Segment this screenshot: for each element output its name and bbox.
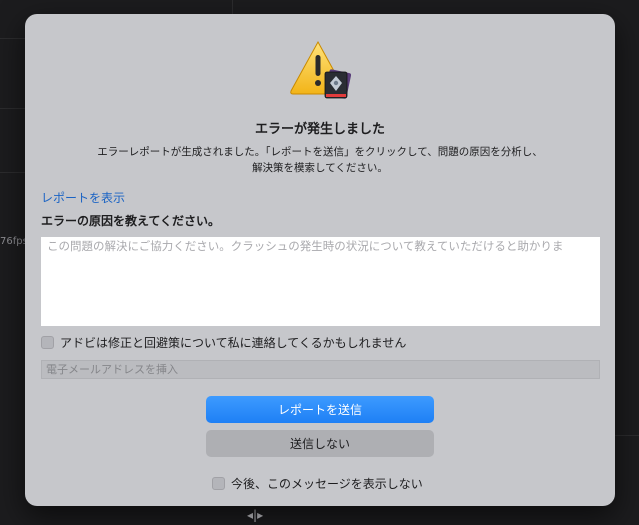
- background-panel-divider: [232, 0, 233, 14]
- dont-show-again-checkbox[interactable]: [212, 477, 225, 490]
- dialog-title: エラーが発生しました: [254, 122, 385, 137]
- background-fps-readout: 76fps: [0, 236, 28, 247]
- reason-label: エラーの原因を教えてください。: [41, 214, 221, 228]
- show-report-link[interactable]: レポートを表示: [41, 189, 125, 206]
- dont-show-again-label: 今後、このメッセージを表示しない: [231, 477, 423, 491]
- reason-textarea[interactable]: [41, 237, 600, 326]
- contact-checkbox-row[interactable]: アドビは修正と回避策について私に連絡してくるかもしれません: [41, 334, 406, 351]
- crash-report-dialog: エラーが発生しました エラーレポートが生成されました。「レポートを送信」をクリッ…: [25, 14, 615, 506]
- dialog-message: エラーレポートが生成されました。「レポートを送信」をクリックして、問題の原因を分…: [65, 144, 575, 176]
- dont-send-button[interactable]: 送信しない: [206, 430, 434, 457]
- background-panel-divider: [0, 38, 25, 39]
- background-panel-divider: [0, 108, 25, 109]
- background-scrub-control[interactable]: ◂|▸: [247, 508, 263, 522]
- background-panel-divider: [615, 435, 639, 436]
- send-report-button[interactable]: レポートを送信: [206, 396, 434, 423]
- dialog-message-line: 解決策を模索してください。: [252, 162, 388, 174]
- background-panel-divider: [0, 172, 25, 173]
- dialog-message-line: エラーレポートが生成されました。「レポートを送信」をクリックして、問題の原因を分…: [97, 146, 543, 158]
- contact-checkbox-label: アドビは修正と回避策について私に連絡してくるかもしれません: [60, 336, 407, 350]
- email-field[interactable]: [41, 360, 600, 379]
- adobe-warning-icon: [290, 40, 351, 99]
- dont-show-again-row[interactable]: 今後、このメッセージを表示しない: [212, 475, 423, 492]
- contact-checkbox[interactable]: [41, 336, 54, 349]
